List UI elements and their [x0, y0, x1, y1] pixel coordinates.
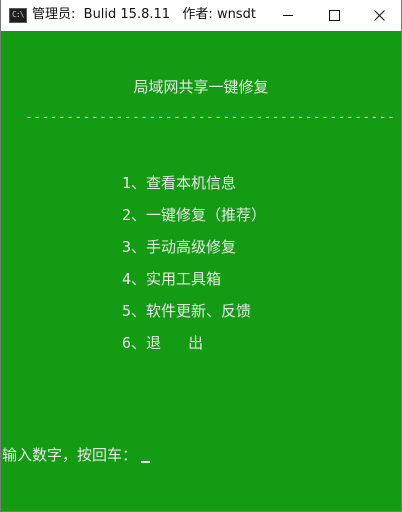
minimize-icon	[283, 15, 293, 16]
window-title: 管理员: Bulid 15.8.11 作者: wnsdt	[32, 7, 256, 22]
menu-item-toolbox: 4、实用工具箱	[122, 270, 222, 288]
console-output-area[interactable]: 局域网共享一键修复 ------------------------------…	[1, 31, 401, 511]
menu-item-view-info: 1、查看本机信息	[122, 174, 237, 192]
console-icon[interactable]: C:\	[9, 8, 27, 23]
heading-divider: ----------------------------------------…	[25, 110, 396, 125]
close-icon	[374, 10, 385, 21]
title-bar[interactable]: C:\ 管理员: Bulid 15.8.11 作者: wnsdt	[1, 0, 401, 32]
menu-heading: 局域网共享一键修复	[133, 78, 269, 96]
maximize-icon	[329, 10, 340, 21]
menu-item-update-feedback: 5、软件更新、反馈	[122, 302, 252, 320]
menu-item-advanced-repair: 3、手动高级修复	[122, 238, 237, 256]
menu-item-one-click-repair: 2、一键修复（推荐）	[122, 206, 267, 224]
menu-item-exit: 6、退 出	[122, 334, 204, 352]
minimize-button[interactable]	[265, 0, 311, 31]
console-window: C:\ 管理员: Bulid 15.8.11 作者: wnsdt 局域网共享一键…	[0, 0, 402, 512]
maximize-button[interactable]	[311, 0, 357, 31]
close-button[interactable]	[357, 0, 402, 31]
input-prompt: 输入数字，按回车：	[2, 446, 138, 464]
text-cursor[interactable]	[141, 461, 150, 463]
